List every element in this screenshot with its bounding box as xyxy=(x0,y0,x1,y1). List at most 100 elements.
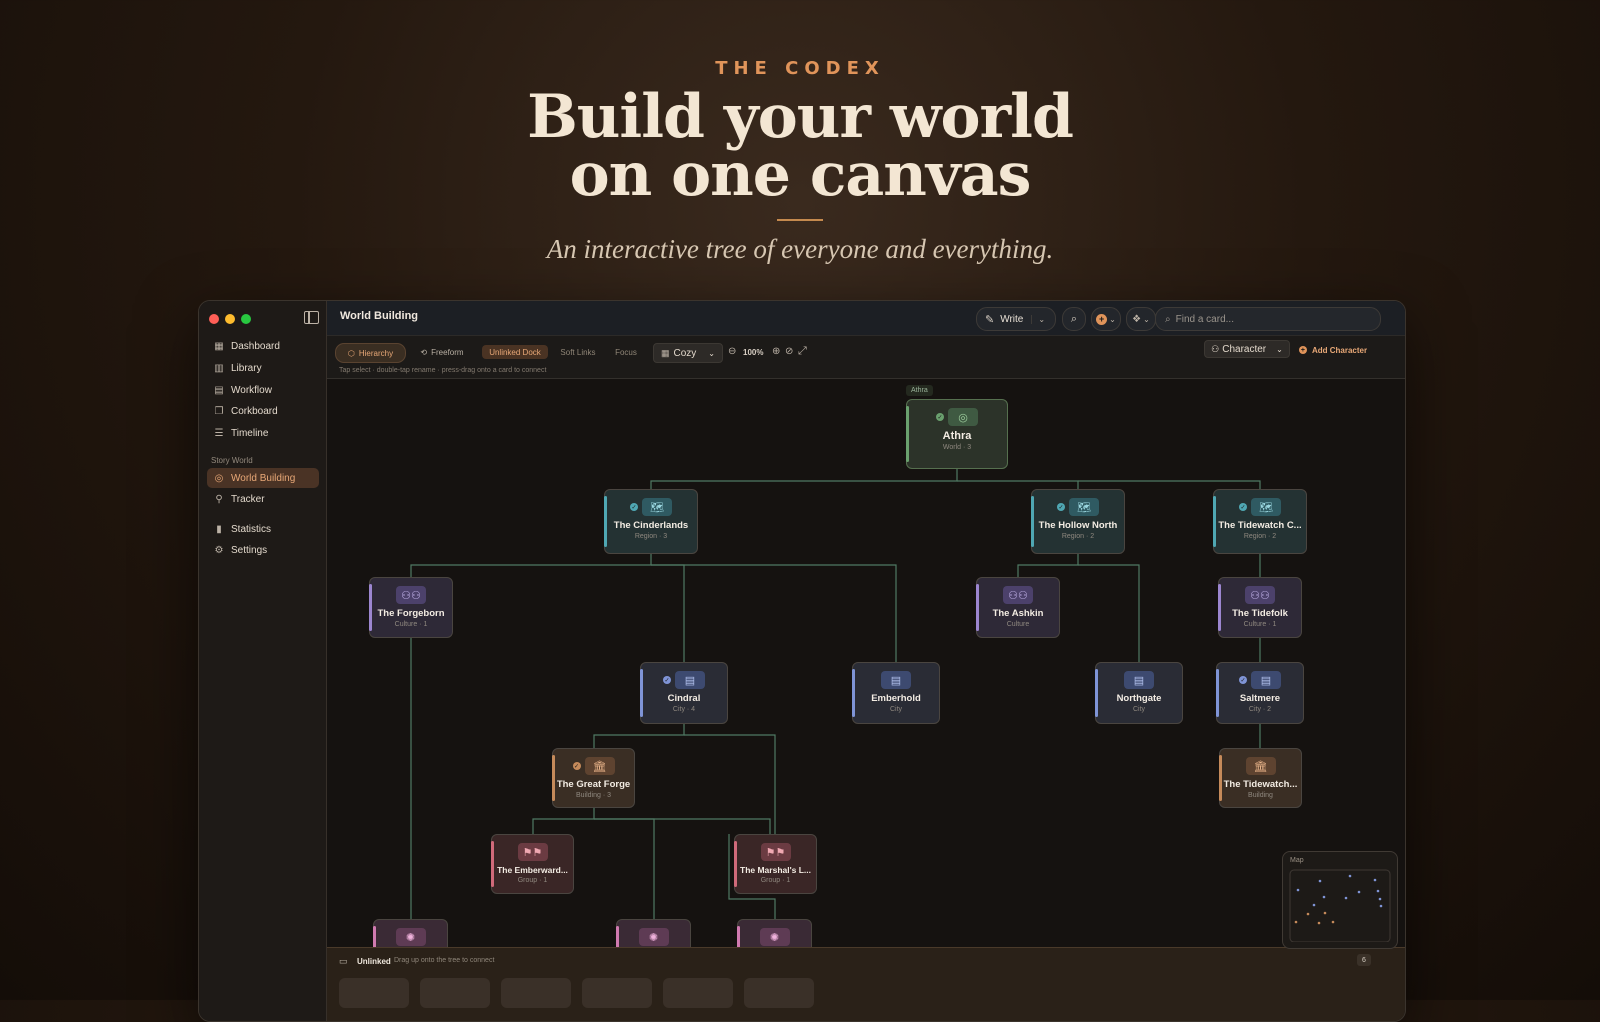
card-name: Cindral xyxy=(667,693,701,704)
hero-subline: An interactive tree of everyone and ever… xyxy=(546,234,1054,264)
freeform-view-button[interactable]: ⟲ Freeform xyxy=(409,343,475,361)
chevron-down-icon[interactable]: ⌄ xyxy=(1031,314,1045,324)
sidebar-item-label: Statistics xyxy=(231,523,272,535)
freeform-label: Freeform xyxy=(431,347,464,357)
minimize-window-button[interactable] xyxy=(225,314,235,324)
card-the-tidewatch-coast[interactable]: ✓ 🗺 The Tidewatch C... Region · 2 xyxy=(1213,489,1307,554)
connector-line xyxy=(1078,480,1261,489)
add-character-label: Add Character xyxy=(1311,345,1368,355)
card-icon-row: ✓ ◎ xyxy=(936,407,978,427)
sidebar-toggle-icon[interactable] xyxy=(304,311,319,324)
card-accent-bar xyxy=(906,406,909,462)
card-the-great-forge[interactable]: ✓ 🏛 The Great Forge Building · 3 xyxy=(552,748,635,808)
card-saltmere[interactable]: ✓ ▤ Saltmere City · 2 xyxy=(1216,662,1304,724)
card-the-tidefolk[interactable]: ⚇⚇ The Tidefolk Culture · 1 xyxy=(1218,577,1302,638)
card-icon-row: ⚇⚇ xyxy=(1245,585,1275,605)
soft-links-toggle[interactable]: Soft Links xyxy=(555,343,601,361)
dock-card[interactable] xyxy=(663,978,733,1008)
expand-icon[interactable]: ⤢ xyxy=(798,345,807,358)
card-the-tidewatch-building[interactable]: 🏛 The Tidewatch... Building xyxy=(1219,748,1302,808)
write-mode-button[interactable]: ✎ Write ⌄ xyxy=(976,307,1056,331)
card-type-select[interactable]: ⚇ Character ⌄ xyxy=(1204,340,1290,358)
chevron-down-icon: ⌄ xyxy=(1109,314,1116,324)
sidebar-item-library[interactable]: ▥ Library xyxy=(207,358,319,378)
chevron-down-icon: ⌄ xyxy=(1276,344,1283,354)
sidebar-item-label: Timeline xyxy=(231,427,269,439)
sidebar-item-tracker[interactable]: ⚲ Tracker xyxy=(207,489,319,509)
search-button[interactable]: ⌕ xyxy=(1062,307,1086,331)
card-meta: Region · 3 xyxy=(634,533,668,540)
card-accent-bar xyxy=(1213,496,1216,547)
minimap[interactable]: Map xyxy=(1282,851,1398,949)
zoom-fit-icon[interactable]: ⊘ xyxy=(785,346,793,357)
dock-card[interactable] xyxy=(744,978,814,1008)
sidebar-item-world-building[interactable]: ◎ World Building xyxy=(207,468,319,488)
connector-line xyxy=(1078,564,1140,662)
card-the-ashkin[interactable]: ⚇⚇ The Ashkin Culture xyxy=(976,577,1060,638)
sidebar-item-dashboard[interactable]: ▦ Dashboard xyxy=(207,336,319,356)
card-icon-row: ✓ 🏛 xyxy=(572,756,615,776)
dock-card[interactable] xyxy=(582,978,652,1008)
card-icon-row: ✺ xyxy=(638,927,669,947)
card-athra[interactable]: ✓ ◎ Athra World · 3 xyxy=(906,399,1008,469)
zoom-window-button[interactable] xyxy=(241,314,251,324)
bar-chart-icon: ▮ xyxy=(216,523,222,535)
card-cindral[interactable]: ✓ ▤ Cindral City · 4 xyxy=(640,662,728,724)
sidebar-item-statistics[interactable]: ▮ Statistics xyxy=(207,519,319,539)
card-search-input[interactable]: ⌕ Find a card... xyxy=(1155,307,1381,331)
tree-menu-button[interactable]: ❖ ⌄ xyxy=(1126,307,1156,331)
add-menu-button[interactable]: + ⌄ xyxy=(1091,307,1121,331)
card-the-emberward[interactable]: ⚑⚑ The Emberward... Group · 1 xyxy=(491,834,574,894)
card-partial[interactable]: ✺ xyxy=(616,919,691,947)
dock-card[interactable] xyxy=(420,978,490,1008)
card-partial[interactable]: ✺ xyxy=(373,919,448,947)
sidebar-item-corkboard[interactable]: ❐ Corkboard xyxy=(207,401,319,421)
zoom-in-icon[interactable]: ⊕ xyxy=(772,346,780,357)
hierarchy-view-button[interactable]: ⬡ Hierarchy xyxy=(335,343,406,363)
card-accent-bar xyxy=(734,841,737,887)
connector-line xyxy=(650,469,958,489)
check-icon: ✓ xyxy=(572,762,581,770)
person-icon: ⚇ xyxy=(1211,343,1220,354)
check-icon: ✓ xyxy=(936,413,944,421)
card-icon-row: ✓ ▤ xyxy=(663,670,705,690)
tree-canvas[interactable]: Athra ✓ ◎ Athra World · 3 ✓ 🗺 The Cinder… xyxy=(327,379,1405,947)
card-accent-bar xyxy=(604,496,607,547)
card-name: The Emberward... xyxy=(497,865,568,875)
canvas-toolbar: ⬡ Hierarchy ⟲ Freeform Unlinked Dock Sof… xyxy=(327,336,1405,379)
dock-card[interactable] xyxy=(501,978,571,1008)
dock-count-badge: 6 xyxy=(1357,954,1371,966)
unlinked-dock-toggle[interactable]: Unlinked Dock xyxy=(482,345,548,359)
main-area: World Building ✎ Write ⌄ ⌕ + ⌄ ❖ ⌄ ⌕ Fin… xyxy=(327,301,1405,1021)
sidebar-item-workflow[interactable]: ▤ Workflow xyxy=(207,380,319,400)
globe-icon: ◎ xyxy=(948,408,978,426)
card-name: The Tidewatch C... xyxy=(1218,520,1302,531)
card-northgate[interactable]: ▤ Northgate City xyxy=(1095,662,1183,724)
minimap-view xyxy=(1289,869,1391,942)
zoom-out-icon[interactable]: ⊖ xyxy=(728,346,736,357)
hierarchy-icon: ⬡ xyxy=(347,348,355,358)
sidebar-item-settings[interactable]: ⚙ Settings xyxy=(207,540,319,560)
unlinked-dock: ▭ Unlinked Drag up onto the tree to conn… xyxy=(327,947,1405,1021)
sidebar-item-timeline[interactable]: ☰ Timeline xyxy=(207,423,319,443)
card-name: The Cinderlands xyxy=(613,520,689,531)
card-accent-bar xyxy=(1218,584,1221,631)
close-window-button[interactable] xyxy=(209,314,219,324)
card-accent-bar xyxy=(369,584,372,631)
card-name: Emberhold xyxy=(871,693,921,704)
density-select[interactable]: ▦ Cozy ⌄ xyxy=(653,343,723,363)
card-accent-bar xyxy=(640,669,643,717)
add-character-button[interactable]: + Add Character xyxy=(1296,341,1370,359)
card-the-forgeborn[interactable]: ⚇⚇ The Forgeborn Culture · 1 xyxy=(369,577,453,638)
card-emberhold[interactable]: ▤ Emberhold City xyxy=(852,662,940,724)
card-accent-bar xyxy=(616,926,619,947)
columns-building-icon: 🏛 xyxy=(584,757,615,775)
dock-card[interactable] xyxy=(339,978,409,1008)
card-partial[interactable]: ✺ xyxy=(737,919,812,947)
card-the-cinderlands[interactable]: ✓ 🗺 The Cinderlands Region · 3 xyxy=(604,489,698,554)
card-the-marshals-league[interactable]: ⚑⚑ The Marshal's L... Group · 1 xyxy=(734,834,817,894)
card-the-hollow-north[interactable]: ✓ 🗺 The Hollow North Region · 2 xyxy=(1031,489,1125,554)
focus-toggle[interactable]: Focus xyxy=(609,343,643,361)
spark-icon: ✺ xyxy=(759,928,790,946)
sidebar-item-label: Workflow xyxy=(231,384,272,396)
